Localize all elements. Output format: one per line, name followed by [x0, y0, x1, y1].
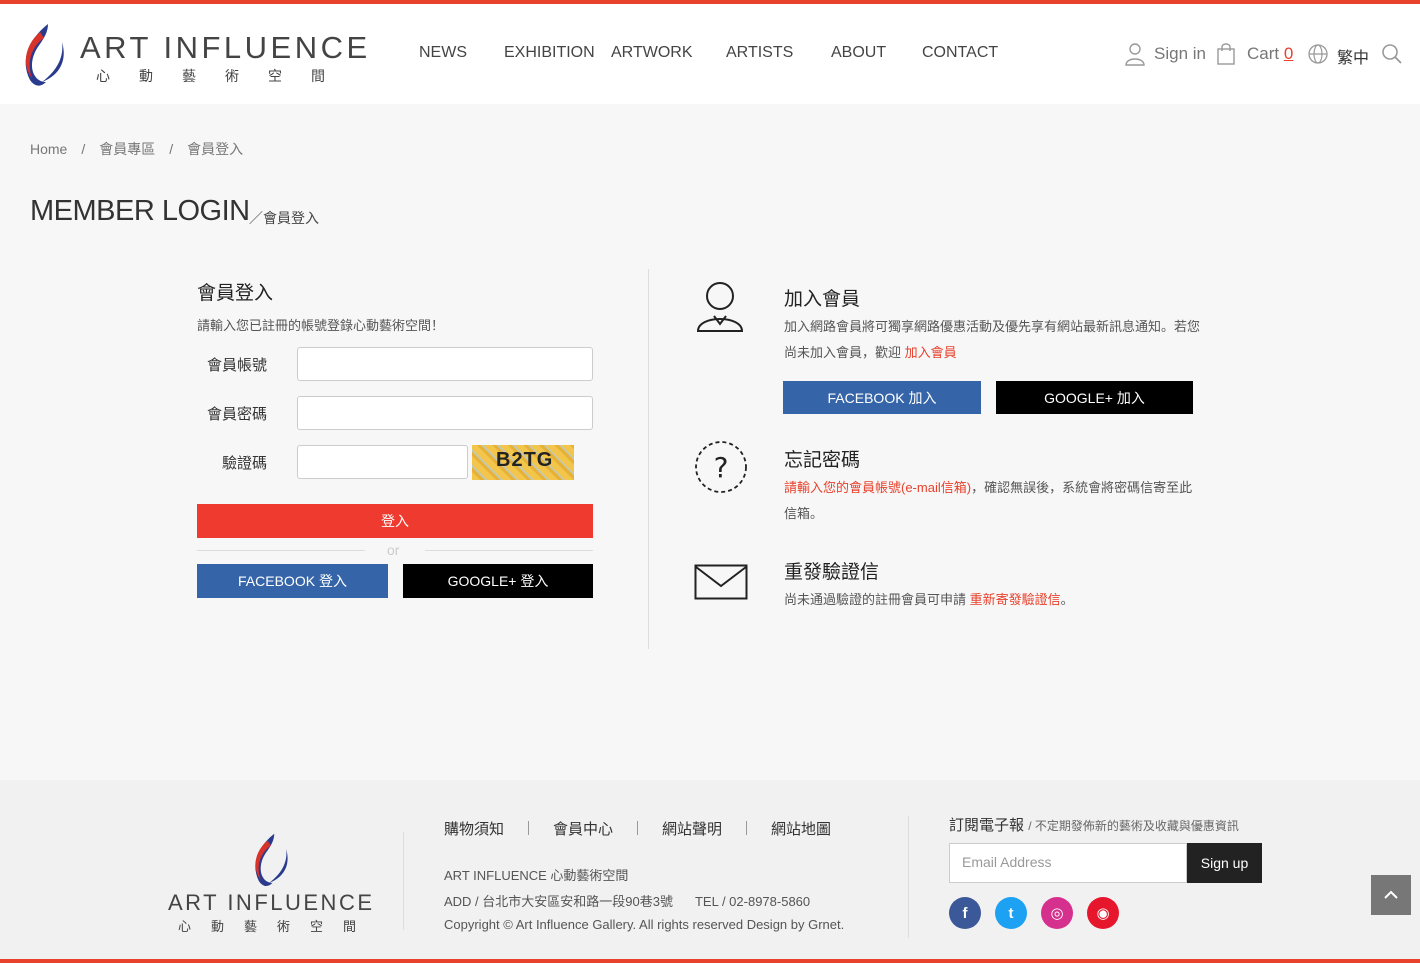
captcha-text: B2TG: [496, 449, 554, 471]
join-link[interactable]: 加入會員: [905, 345, 957, 360]
captcha-input[interactable]: [297, 445, 468, 479]
member-icon: [696, 282, 744, 332]
bottom-accent-bar: [0, 959, 1420, 963]
globe-icon[interactable]: [1307, 42, 1329, 66]
page-title: MEMBER LOGIN: [30, 195, 250, 227]
twitter-icon[interactable]: t: [995, 897, 1027, 929]
resend-period: 。: [1060, 592, 1074, 607]
newsletter-title: 訂閱電子報: [949, 817, 1025, 834]
shopping-bag-icon[interactable]: [1215, 42, 1237, 66]
flame-logo-icon: [25, 24, 64, 86]
column-divider: [648, 269, 649, 649]
footer-link-separator: [746, 821, 747, 835]
site-logo[interactable]: ART INFLUENCE 心動藝術空間: [18, 22, 368, 92]
breadcrumb-home[interactable]: Home: [30, 141, 67, 157]
footer-divider: [403, 832, 404, 930]
newsletter-heading: 訂閱電子報 / 不定期發佈新的藝術及收藏與優惠資訊: [949, 814, 1239, 835]
join-description: 加入網路會員將可獨享網路優惠活動及優先享有網站最新訊息通知。若您尚未加入會員，歡…: [784, 319, 1201, 360]
cart-count: 0: [1283, 44, 1294, 63]
footer-link-sitemap[interactable]: 網站地圖: [771, 818, 831, 839]
resend-link[interactable]: 重新寄發驗證信: [970, 592, 1061, 607]
footer-logo[interactable]: ART INFLUENCE 心動藝術空間: [168, 832, 378, 934]
cart-label: Cart: [1247, 44, 1280, 63]
footer-link-statement[interactable]: 網站聲明: [662, 818, 722, 839]
or-separator: or: [387, 542, 400, 558]
footer-company: ART INFLUENCE 心動藝術空間: [444, 868, 629, 883]
resend-heading: 重發驗證信: [784, 562, 880, 583]
breadcrumb-current: 會員登入: [187, 141, 244, 157]
breadcrumb-member-area[interactable]: 會員專區: [99, 141, 155, 157]
facebook-icon[interactable]: f: [949, 897, 981, 929]
back-to-top-button[interactable]: [1371, 875, 1411, 915]
site-footer: ART INFLUENCE 心動藝術空間 購物須知 會員中心 網站聲明 網站地圖…: [0, 780, 1420, 963]
divider: [197, 550, 365, 551]
page-subtitle: ／會員登入: [249, 210, 319, 226]
facebook-login-button[interactable]: FACEBOOK 登入: [197, 564, 388, 598]
nav-contact[interactable]: CONTACT: [922, 44, 998, 62]
resend-text: 尚未通過驗證的註冊會員可申請 重新寄發驗證信。: [784, 587, 1204, 613]
account-label: 會員帳號: [206, 357, 267, 374]
footer-brand-name: ART INFLUENCE: [168, 890, 375, 915]
password-label: 會員密碼: [206, 406, 267, 423]
account-input[interactable]: [297, 347, 593, 381]
nav-news[interactable]: NEWS: [419, 44, 467, 62]
svg-text:?: ?: [714, 451, 729, 484]
login-description: 請輸入您已註冊的帳號登錄心動藝術空間！: [197, 318, 445, 333]
footer-link-shopping[interactable]: 購物須知: [444, 818, 504, 839]
captcha-image[interactable]: B2TG: [472, 445, 574, 480]
breadcrumb: Home / 會員專區 / 會員登入: [30, 139, 243, 159]
join-text: 加入網路會員將可獨享網路優惠活動及優先享有網站最新訊息通知。若您尚未加入會員，歡…: [784, 314, 1204, 366]
header-actions: Sign in Cart 0 繁中: [1124, 42, 1414, 70]
question-icon: ?: [695, 441, 747, 493]
footer-contact: ADD / 台北市大安區安和路一段90巷3號 TEL / 02-8978-5860: [444, 891, 810, 910]
nav-exhibition[interactable]: EXHIBITION: [504, 44, 595, 62]
breadcrumb-separator: /: [169, 141, 174, 157]
google-login-button[interactable]: GOOGLE+ 登入: [403, 564, 593, 598]
forgot-heading: 忘記密碼: [784, 450, 861, 471]
user-icon[interactable]: [1124, 42, 1146, 66]
newsletter-subtitle: / 不定期發佈新的藝術及收藏與優惠資訊: [1028, 819, 1239, 833]
weibo-icon[interactable]: ◉: [1087, 897, 1119, 929]
language-switch[interactable]: 繁中: [1337, 44, 1369, 68]
flame-logo-icon: [255, 833, 288, 886]
breadcrumb-separator: /: [81, 141, 86, 157]
join-heading: 加入會員: [784, 289, 861, 310]
footer-tel: TEL / 02-8978-5860: [694, 894, 811, 909]
footer-link-separator: [637, 821, 638, 835]
search-icon[interactable]: [1381, 42, 1403, 66]
instagram-icon[interactable]: ◎: [1041, 897, 1073, 929]
google-join-button[interactable]: GOOGLE+ 加入: [996, 381, 1193, 414]
footer-brand-subtitle: 心動藝術空間: [178, 919, 377, 934]
nav-about[interactable]: ABOUT: [831, 44, 886, 62]
brand-name: ART INFLUENCE: [80, 30, 371, 65]
login-submit-button[interactable]: 登入: [197, 504, 593, 538]
chevron-up-icon: [1384, 890, 1398, 899]
footer-link-member[interactable]: 會員中心: [553, 818, 613, 839]
signin-link[interactable]: Sign in: [1154, 44, 1206, 64]
facebook-join-button[interactable]: FACEBOOK 加入: [783, 381, 981, 414]
forgot-text: 請輸入您的會員帳號(e-mail信箱)，確認無誤後，系統會將密碼信寄至此信箱。: [784, 475, 1204, 527]
captcha-label: 驗證碼: [221, 455, 267, 472]
footer-divider: [908, 816, 909, 938]
resend-description: 尚未通過驗證的註冊會員可申請: [784, 592, 967, 607]
nav-artists[interactable]: ARTISTS: [726, 44, 793, 62]
password-input[interactable]: [297, 396, 593, 430]
forgot-highlight[interactable]: 請輸入您的會員帳號(e-mail信箱): [784, 480, 971, 495]
divider: [425, 550, 593, 551]
cart-link[interactable]: Cart 0: [1247, 44, 1293, 64]
footer-link-separator: [528, 821, 529, 835]
nav-artwork[interactable]: ARTWORK: [611, 44, 692, 62]
site-header: ART INFLUENCE 心動藝術空間 NEWS EXHIBITION ART…: [0, 4, 1420, 104]
newsletter-email-input[interactable]: Email Address: [949, 843, 1187, 883]
envelope-icon: [694, 564, 748, 600]
footer-address: ADD / 台北市大安區安和路一段90巷3號: [444, 894, 673, 909]
login-heading: 會員登入: [197, 283, 274, 304]
brand-subtitle: 心動藝術空間: [96, 68, 354, 84]
newsletter-signup-button[interactable]: Sign up: [1187, 843, 1262, 883]
footer-copyright: Copyright © Art Influence Gallery. All r…: [444, 917, 845, 932]
